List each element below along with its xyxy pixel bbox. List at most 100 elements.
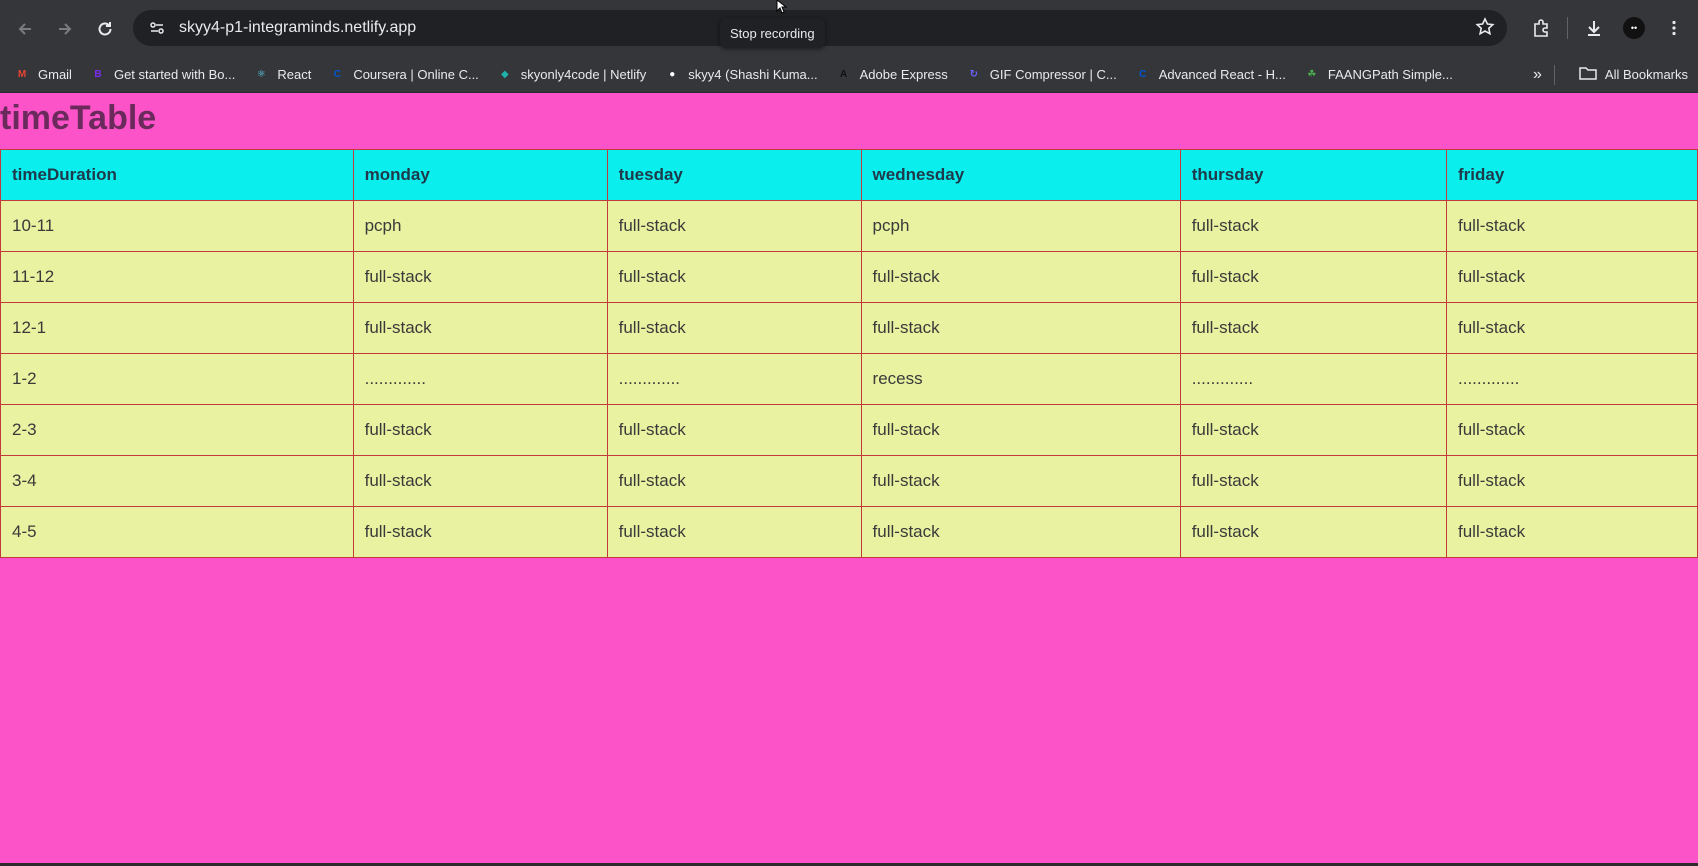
profile-button[interactable]: •• (1614, 8, 1654, 48)
bookmark-item[interactable]: C Advanced React - H... (1129, 61, 1292, 89)
table-row: 3-4 full-stack full-stack full-stack full-st… (0, 455, 1698, 507)
bookmark-label: Get started with Bo... (113, 67, 236, 82)
all-bookmarks-button[interactable]: All Bookmarks (1573, 61, 1694, 89)
table-row: 11-12 full-stack full-stack full-stack full-… (0, 251, 1698, 303)
subject-cell: full-stack (606, 404, 862, 456)
browser-toolbar: skyy4-p1-integraminds.netlify.app •• (0, 0, 1698, 57)
github-icon: ● (669, 69, 676, 80)
faangpath-icon: ☘ (1307, 69, 1317, 80)
column-header: tuesday (606, 149, 862, 201)
table-row: 4-5 full-stack full-stack full-stack full-st… (0, 506, 1698, 558)
arrow-left-icon (18, 22, 31, 35)
time-slot-cell: 1-2 (0, 353, 354, 405)
site-settings-icon[interactable] (139, 20, 175, 36)
bookmark-label: FAANGPath Simple... (1327, 67, 1453, 82)
subject-cell: full-stack (860, 455, 1181, 507)
stop-recording-tooltip: Stop recording (720, 18, 825, 48)
bookmark-star-icon[interactable] (1475, 17, 1495, 42)
column-header: monday (352, 149, 608, 201)
subject-cell: full-stack (860, 251, 1181, 303)
column-header: friday (1446, 149, 1698, 201)
table-row: 12-1 full-stack full-stack full-stack full-s… (0, 302, 1698, 354)
subject-cell: full-stack (352, 302, 608, 354)
subject-cell: full-stack (1179, 251, 1448, 303)
column-header: timeDuration (0, 149, 354, 201)
column-header: thursday (1179, 149, 1448, 201)
time-slot-cell: 3-4 (0, 455, 354, 507)
time-slot-cell: 10-11 (0, 200, 354, 252)
subject-cell: full-stack (1179, 302, 1448, 354)
table-row: 1-2.......................... recess.....… (0, 353, 1698, 405)
toolbar-actions: •• (1521, 8, 1698, 48)
subject-cell: full-stack (1446, 200, 1698, 252)
chevron-double-right-icon[interactable]: » (1533, 66, 1542, 84)
bookmark-item[interactable]: ◆ skyonly4code | Netlify (491, 61, 653, 89)
subject-cell: full-stack (1446, 302, 1698, 354)
table-row: 10-11 pcph full-stack pcph full-stack full-st… (0, 200, 1698, 252)
bookmark-item[interactable]: ⚛ React (247, 61, 317, 89)
subject-cell: full-stack (606, 200, 862, 252)
bookmark-label: skyonly4code | Netlify (520, 67, 647, 82)
subject-cell: ............. (1179, 353, 1448, 405)
subject-cell: full-stack (352, 455, 608, 507)
bookmarks-divider (1553, 64, 1555, 85)
all-bookmarks-label: All Bookmarks (1604, 67, 1688, 82)
bookmark-item[interactable]: M Gmail (8, 61, 78, 89)
table-header-row: timeDuration monday tuesday wednesday thursd… (0, 149, 1698, 201)
url-text[interactable]: skyy4-p1-integraminds.netlify.app (179, 19, 416, 37)
folder-icon (1579, 66, 1597, 83)
mouse-cursor-icon (776, 0, 790, 19)
time-slot-cell: 12-1 (0, 302, 354, 354)
time-slot-cell: 11-12 (0, 251, 354, 303)
bootstrap-icon: B (94, 69, 102, 80)
coursera-icon: C (333, 69, 341, 80)
subject-cell: full-stack (1179, 455, 1448, 507)
subject-cell: full-stack (352, 404, 608, 456)
bookmarks-bar-right: » All Bookmarks (1533, 57, 1698, 92)
react-icon: ⚛ (256, 69, 266, 80)
subject-cell: full-stack (1446, 506, 1698, 558)
subject-cell: full-stack (1446, 404, 1698, 456)
forward-button[interactable] (45, 9, 85, 49)
bookmark-item[interactable]: ● skyy4 (Shashi Kuma... (658, 61, 823, 89)
bookmark-label: React (277, 67, 312, 82)
extensions-button[interactable] (1521, 8, 1561, 48)
coursera-icon: C (1139, 69, 1147, 80)
subject-cell: full-stack (352, 251, 608, 303)
subject-cell: full-stack (1179, 200, 1448, 252)
subject-cell: ............. (606, 353, 862, 405)
reload-button[interactable] (85, 9, 125, 49)
subject-cell: ............. (1446, 353, 1698, 405)
bookmark-label: Coursera | Online C... (353, 67, 479, 82)
subject-cell: full-stack (352, 506, 608, 558)
menu-button[interactable] (1654, 8, 1694, 48)
bookmarks-bar: M Gmail B Get started with Bo... ⚛ React C Cour… (0, 57, 1698, 93)
bookmark-item[interactable]: A Adobe Express (830, 61, 954, 89)
table-row: 2-3 full-stack full-stack full-stack full-st… (0, 404, 1698, 456)
netlify-icon: ◆ (500, 69, 509, 80)
subject-cell: full-stack (606, 455, 862, 507)
bookmark-item[interactable]: C Coursera | Online C... (323, 61, 484, 89)
arrow-right-icon (59, 22, 72, 35)
subject-cell: full-stack (1179, 404, 1448, 456)
column-header: wednesday (860, 149, 1181, 201)
subject-cell: full-stack (1446, 455, 1698, 507)
downloads-button[interactable] (1574, 8, 1614, 48)
puzzle-icon (1534, 19, 1548, 37)
subject-cell: ............. (352, 353, 608, 405)
subject-cell: full-stack (606, 302, 862, 354)
bookmark-item[interactable]: B Get started with Bo... (84, 61, 241, 89)
time-slot-cell: 4-5 (0, 506, 354, 558)
reload-icon (98, 21, 112, 35)
adobe-express-icon: A (840, 69, 848, 80)
subject-cell: full-stack (606, 506, 862, 558)
kebab-menu-icon (1672, 20, 1676, 36)
subject-cell: pcph (860, 200, 1181, 252)
back-button[interactable] (5, 9, 45, 49)
page-title: timeTable (0, 99, 157, 137)
timetable: timeDuration monday tuesday wednesday thursd… (0, 149, 1698, 558)
subject-cell: full-stack (1179, 506, 1448, 558)
bookmark-label: GIF Compressor | C... (989, 67, 1117, 82)
bookmark-item[interactable]: ↻ GIF Compressor | C... (960, 61, 1123, 89)
bookmark-item[interactable]: ☘ FAANGPath Simple... (1298, 61, 1459, 89)
